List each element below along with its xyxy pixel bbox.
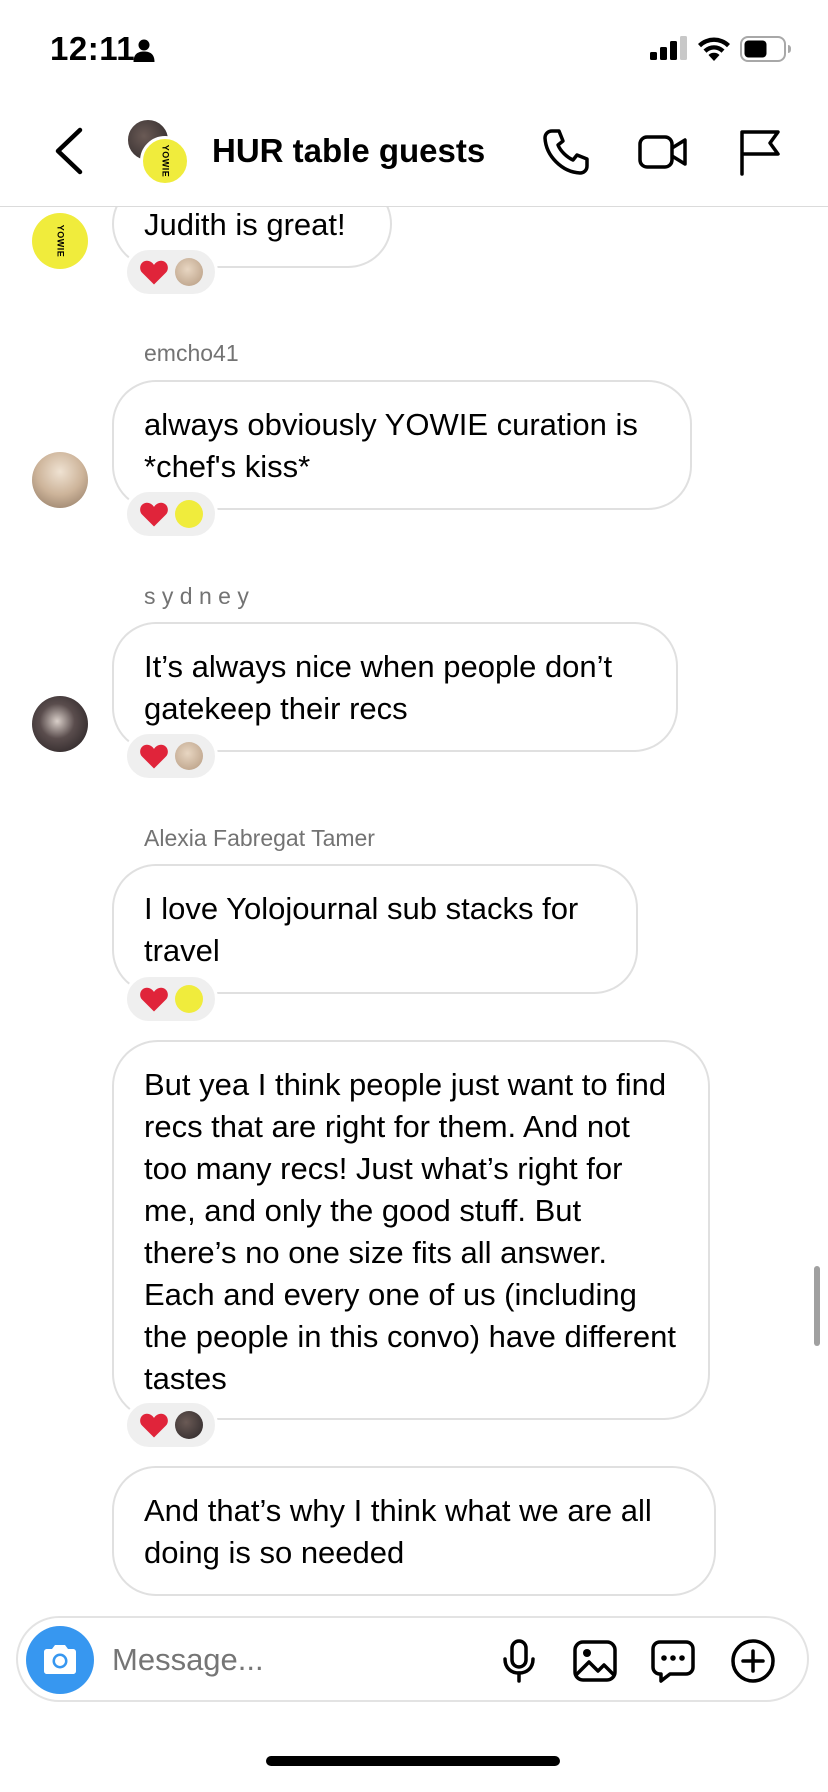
person-icon bbox=[133, 39, 155, 62]
avatar-logo-text: YOWIE bbox=[159, 144, 170, 178]
message-text: But yea I think people just want to find… bbox=[144, 1067, 676, 1396]
microphone-icon[interactable] bbox=[496, 1638, 542, 1684]
sender-name: s y d n e y bbox=[144, 583, 249, 609]
reactor-avatar bbox=[175, 985, 203, 1013]
status-bar: 12:11 bbox=[0, 0, 828, 100]
chat-header: YOWIE HUR table guests bbox=[0, 100, 828, 207]
reactor-avatar bbox=[175, 258, 203, 286]
message-bubble[interactable]: And that’s why I think what we are all d… bbox=[112, 1466, 716, 1596]
group-avatar[interactable]: YOWIE bbox=[126, 118, 194, 186]
status-time: 12:11 bbox=[50, 30, 136, 67]
member-avatar-yowie: YOWIE bbox=[140, 136, 190, 186]
message-input[interactable] bbox=[112, 1636, 432, 1684]
heart-icon bbox=[140, 987, 168, 1012]
reactor-avatar bbox=[175, 1411, 203, 1439]
message-text: And that’s why I think what we are all d… bbox=[144, 1493, 652, 1570]
message-reactions[interactable] bbox=[124, 731, 218, 781]
sticker-chat-icon[interactable] bbox=[650, 1638, 696, 1684]
chat-title[interactable]: HUR table guests bbox=[212, 132, 485, 170]
home-indicator[interactable] bbox=[266, 1756, 560, 1766]
message-composer bbox=[16, 1616, 809, 1702]
heart-icon bbox=[140, 260, 168, 285]
phone-icon[interactable] bbox=[540, 126, 592, 178]
add-circle-icon[interactable] bbox=[730, 1638, 776, 1684]
message-text: It’s always nice when people don’t gatek… bbox=[144, 649, 613, 726]
video-camera-icon[interactable] bbox=[637, 126, 689, 178]
sender-avatar-yowie[interactable]: YOWIE bbox=[32, 213, 88, 269]
sender-avatar[interactable] bbox=[32, 452, 88, 508]
cellular-signal-icon bbox=[650, 36, 687, 60]
reactor-avatar bbox=[175, 500, 203, 528]
heart-icon bbox=[140, 502, 168, 527]
message-text: always obviously YOWIE curation is *chef… bbox=[144, 407, 638, 484]
message-reactions[interactable] bbox=[124, 247, 218, 297]
message-reactions[interactable] bbox=[124, 489, 218, 539]
avatar-logo-text: YOWIE bbox=[54, 224, 65, 258]
scroll-indicator[interactable] bbox=[814, 1266, 820, 1346]
flag-icon[interactable] bbox=[734, 126, 786, 178]
message-text: Judith is great! bbox=[144, 207, 346, 242]
message-text: I love Yolojournal sub stacks for travel bbox=[144, 891, 579, 968]
camera-button[interactable] bbox=[26, 1626, 94, 1694]
heart-icon bbox=[140, 1413, 168, 1438]
back-chevron-icon[interactable] bbox=[50, 126, 90, 176]
battery-icon bbox=[740, 36, 791, 62]
reactor-avatar bbox=[175, 742, 203, 770]
camera-icon bbox=[44, 1645, 76, 1674]
sender-name: Alexia Fabregat Tamer bbox=[144, 825, 375, 851]
gallery-icon[interactable] bbox=[572, 1638, 618, 1684]
wifi-icon bbox=[698, 37, 730, 61]
sender-name: emcho41 bbox=[144, 340, 239, 366]
heart-icon bbox=[140, 744, 168, 769]
message-reactions[interactable] bbox=[124, 974, 218, 1024]
message-reactions[interactable] bbox=[124, 1400, 218, 1450]
sender-avatar[interactable] bbox=[32, 696, 88, 752]
message-thread[interactable]: YOWIE Judith is great! emcho41 always ob… bbox=[0, 0, 828, 1792]
message-bubble[interactable]: But yea I think people just want to find… bbox=[112, 1040, 710, 1420]
